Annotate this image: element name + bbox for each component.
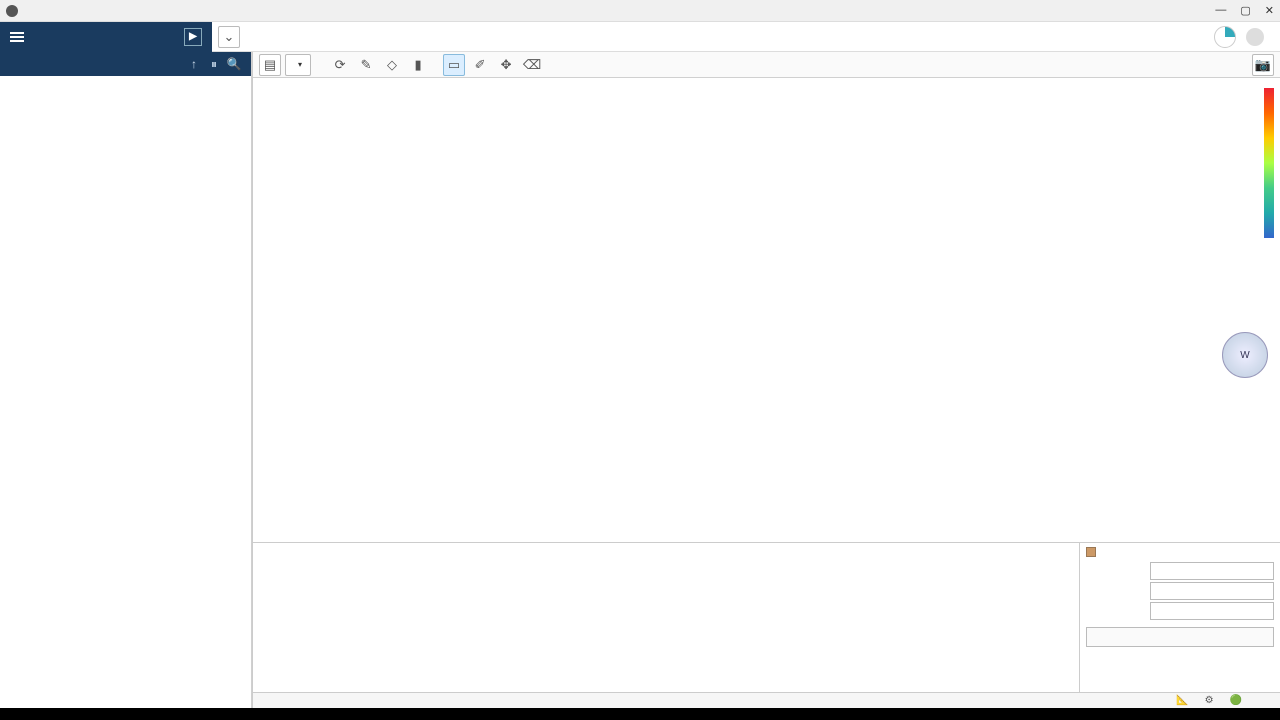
- layer-properties: [1080, 543, 1280, 692]
- up-icon[interactable]: ↑: [185, 55, 203, 73]
- avatar: [1246, 28, 1264, 46]
- erase-icon[interactable]: ⌫: [521, 54, 543, 76]
- titlebar: — ▢ ✕: [0, 0, 1280, 22]
- statusbar: 📐 ⚙ 🟢: [253, 692, 1280, 708]
- dropdown-button[interactable]: ⌄: [218, 26, 240, 48]
- scene-layers-panel: [253, 542, 1280, 692]
- close-button[interactable]: ✕: [1265, 4, 1274, 17]
- app-icon: [6, 5, 18, 17]
- seequent-icon[interactable]: [1214, 26, 1236, 48]
- status-code[interactable]: ⚙: [1205, 695, 1214, 706]
- edit-icon[interactable]: ✐: [469, 54, 491, 76]
- main: ▤ ▾ ⟳ ✎ ◇ ▮ ▭ ✐ ✥ ⌫ 📷: [252, 52, 1280, 708]
- play-icon[interactable]: ▶: [184, 28, 202, 46]
- minimize-button[interactable]: —: [1215, 4, 1226, 17]
- move-icon[interactable]: ✥: [495, 54, 517, 76]
- status-accel: 🟢: [1230, 695, 1242, 706]
- pause-icon[interactable]: ⏸: [205, 55, 223, 73]
- layer-list: [253, 543, 1080, 692]
- draw-icon[interactable]: ✎: [355, 54, 377, 76]
- lasso-icon[interactable]: ◇: [381, 54, 403, 76]
- topbar: ▶ ⌄: [0, 22, 1280, 52]
- look-button[interactable]: ▾: [285, 54, 311, 76]
- size-input[interactable]: [1150, 602, 1274, 620]
- select-icon[interactable]: ▭: [443, 54, 465, 76]
- query-select[interactable]: [1150, 582, 1274, 600]
- format-display-button[interactable]: [1086, 627, 1274, 647]
- rotate-icon[interactable]: ⟳: [329, 54, 351, 76]
- screenshot-icon[interactable]: 📷: [1252, 54, 1274, 76]
- plane-icon[interactable]: ▮: [407, 54, 429, 76]
- color-legend: [1230, 84, 1274, 238]
- search-icon[interactable]: 🔍: [225, 55, 243, 73]
- legend-bar: [1264, 88, 1274, 238]
- brand: ▶: [0, 22, 212, 52]
- scene-view[interactable]: W: [253, 78, 1280, 542]
- user-menu[interactable]: [1246, 28, 1270, 46]
- compass[interactable]: W: [1222, 332, 1268, 378]
- status-axis-icon[interactable]: 📐: [1176, 695, 1188, 706]
- hamburger-icon[interactable]: [10, 32, 24, 42]
- view-list-icon[interactable]: ▤: [259, 54, 281, 76]
- scene-toolbar: ▤ ▾ ⟳ ✎ ◇ ▮ ▭ ✐ ✥ ⌫ 📷: [253, 52, 1280, 78]
- project-tree-header: ↑ ⏸ 🔍: [0, 52, 251, 76]
- props-title: [1086, 547, 1274, 557]
- tabs: [240, 22, 1204, 51]
- project-tree[interactable]: [0, 76, 251, 708]
- slice-select[interactable]: [1150, 562, 1274, 580]
- sidebar: ↑ ⏸ 🔍: [0, 52, 252, 708]
- maximize-button[interactable]: ▢: [1240, 4, 1250, 17]
- borehole-icon: [1086, 547, 1096, 557]
